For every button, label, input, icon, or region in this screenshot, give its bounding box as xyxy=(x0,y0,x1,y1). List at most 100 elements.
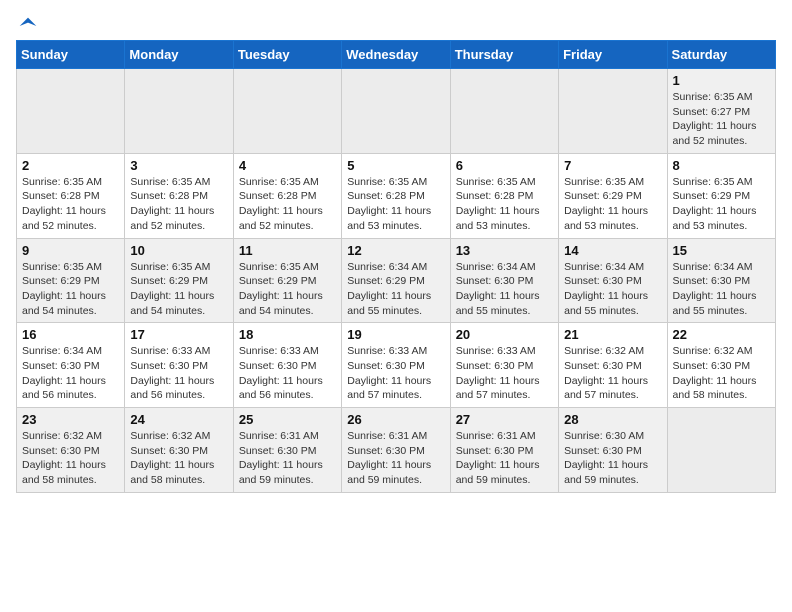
logo xyxy=(16,16,38,32)
day-number: 4 xyxy=(239,158,336,173)
day-number: 15 xyxy=(673,243,770,258)
day-number: 10 xyxy=(130,243,227,258)
calendar-cell: 19 Sunrise: 6:33 AM Sunset: 6:30 PM Dayli… xyxy=(342,323,450,408)
day-number: 24 xyxy=(130,412,227,427)
calendar: SundayMondayTuesdayWednesdayThursdayFrid… xyxy=(16,40,776,493)
page-header xyxy=(16,16,776,32)
day-info: Sunrise: 6:34 AM Sunset: 6:30 PM Dayligh… xyxy=(564,260,661,319)
week-row-1: 1 Sunrise: 6:35 AM Sunset: 6:27 PM Daylig… xyxy=(17,69,776,154)
weekday-header-tuesday: Tuesday xyxy=(233,41,341,69)
calendar-cell: 12 Sunrise: 6:34 AM Sunset: 6:29 PM Dayli… xyxy=(342,238,450,323)
calendar-cell: 1 Sunrise: 6:35 AM Sunset: 6:27 PM Daylig… xyxy=(667,69,775,154)
calendar-cell xyxy=(450,69,558,154)
calendar-cell: 2 Sunrise: 6:35 AM Sunset: 6:28 PM Daylig… xyxy=(17,153,125,238)
day-number: 7 xyxy=(564,158,661,173)
day-info: Sunrise: 6:35 AM Sunset: 6:28 PM Dayligh… xyxy=(22,175,119,234)
day-number: 9 xyxy=(22,243,119,258)
day-info: Sunrise: 6:35 AM Sunset: 6:28 PM Dayligh… xyxy=(130,175,227,234)
calendar-cell xyxy=(342,69,450,154)
day-info: Sunrise: 6:31 AM Sunset: 6:30 PM Dayligh… xyxy=(347,429,444,488)
calendar-cell: 28 Sunrise: 6:30 AM Sunset: 6:30 PM Dayli… xyxy=(559,408,667,493)
day-info: Sunrise: 6:35 AM Sunset: 6:28 PM Dayligh… xyxy=(456,175,553,234)
day-info: Sunrise: 6:34 AM Sunset: 6:30 PM Dayligh… xyxy=(456,260,553,319)
calendar-cell xyxy=(233,69,341,154)
week-row-4: 16 Sunrise: 6:34 AM Sunset: 6:30 PM Dayli… xyxy=(17,323,776,408)
calendar-cell: 4 Sunrise: 6:35 AM Sunset: 6:28 PM Daylig… xyxy=(233,153,341,238)
calendar-cell: 27 Sunrise: 6:31 AM Sunset: 6:30 PM Dayli… xyxy=(450,408,558,493)
weekday-header-saturday: Saturday xyxy=(667,41,775,69)
day-number: 8 xyxy=(673,158,770,173)
day-number: 14 xyxy=(564,243,661,258)
day-info: Sunrise: 6:32 AM Sunset: 6:30 PM Dayligh… xyxy=(564,344,661,403)
day-info: Sunrise: 6:33 AM Sunset: 6:30 PM Dayligh… xyxy=(347,344,444,403)
day-info: Sunrise: 6:31 AM Sunset: 6:30 PM Dayligh… xyxy=(239,429,336,488)
calendar-cell: 3 Sunrise: 6:35 AM Sunset: 6:28 PM Daylig… xyxy=(125,153,233,238)
day-number: 3 xyxy=(130,158,227,173)
day-info: Sunrise: 6:33 AM Sunset: 6:30 PM Dayligh… xyxy=(239,344,336,403)
day-info: Sunrise: 6:35 AM Sunset: 6:28 PM Dayligh… xyxy=(239,175,336,234)
calendar-cell: 14 Sunrise: 6:34 AM Sunset: 6:30 PM Dayli… xyxy=(559,238,667,323)
calendar-cell: 22Sunrise: 6:32 AM Sunset: 6:30 PM Dayli… xyxy=(667,323,775,408)
week-row-5: 23 Sunrise: 6:32 AM Sunset: 6:30 PM Dayli… xyxy=(17,408,776,493)
day-info: Sunrise: 6:35 AM Sunset: 6:29 PM Dayligh… xyxy=(239,260,336,319)
calendar-cell: 8 Sunrise: 6:35 AM Sunset: 6:29 PM Daylig… xyxy=(667,153,775,238)
day-info: Sunrise: 6:35 AM Sunset: 6:28 PM Dayligh… xyxy=(347,175,444,234)
day-number: 19 xyxy=(347,327,444,342)
day-number: 20 xyxy=(456,327,553,342)
day-number: 23 xyxy=(22,412,119,427)
calendar-cell: 17 Sunrise: 6:33 AM Sunset: 6:30 PM Dayli… xyxy=(125,323,233,408)
day-info: Sunrise: 6:35 AM Sunset: 6:29 PM Dayligh… xyxy=(673,175,770,234)
calendar-cell: 25 Sunrise: 6:31 AM Sunset: 6:30 PM Dayli… xyxy=(233,408,341,493)
calendar-cell: 13 Sunrise: 6:34 AM Sunset: 6:30 PM Dayli… xyxy=(450,238,558,323)
calendar-cell: 9 Sunrise: 6:35 AM Sunset: 6:29 PM Daylig… xyxy=(17,238,125,323)
day-number: 11 xyxy=(239,243,336,258)
day-info: Sunrise: 6:33 AM Sunset: 6:30 PM Dayligh… xyxy=(456,344,553,403)
day-number: 16 xyxy=(22,327,119,342)
calendar-cell: 20 Sunrise: 6:33 AM Sunset: 6:30 PM Dayli… xyxy=(450,323,558,408)
day-info: Sunrise: 6:34 AM Sunset: 6:29 PM Dayligh… xyxy=(347,260,444,319)
day-number: 22 xyxy=(673,327,770,342)
weekday-header-friday: Friday xyxy=(559,41,667,69)
calendar-cell: 10 Sunrise: 6:35 AM Sunset: 6:29 PM Dayli… xyxy=(125,238,233,323)
day-number: 5 xyxy=(347,158,444,173)
calendar-cell: 11 Sunrise: 6:35 AM Sunset: 6:29 PM Dayli… xyxy=(233,238,341,323)
day-info: Sunrise: 6:32 AM Sunset: 6:30 PM Dayligh… xyxy=(130,429,227,488)
day-info: Sunrise: 6:35 AM Sunset: 6:29 PM Dayligh… xyxy=(22,260,119,319)
day-number: 12 xyxy=(347,243,444,258)
calendar-cell: 16 Sunrise: 6:34 AM Sunset: 6:30 PM Dayli… xyxy=(17,323,125,408)
calendar-cell: 15 Sunrise: 6:34 AM Sunset: 6:30 PM Dayli… xyxy=(667,238,775,323)
weekday-header-wednesday: Wednesday xyxy=(342,41,450,69)
day-info: Sunrise: 6:35 AM Sunset: 6:27 PM Dayligh… xyxy=(673,90,770,149)
calendar-cell: 6Sunrise: 6:35 AM Sunset: 6:28 PM Daylig… xyxy=(450,153,558,238)
day-info: Sunrise: 6:30 AM Sunset: 6:30 PM Dayligh… xyxy=(564,429,661,488)
day-info: Sunrise: 6:34 AM Sunset: 6:30 PM Dayligh… xyxy=(22,344,119,403)
weekday-header-thursday: Thursday xyxy=(450,41,558,69)
weekday-header-monday: Monday xyxy=(125,41,233,69)
weekday-header-sunday: Sunday xyxy=(17,41,125,69)
day-info: Sunrise: 6:32 AM Sunset: 6:30 PM Dayligh… xyxy=(22,429,119,488)
calendar-cell: 18Sunrise: 6:33 AM Sunset: 6:30 PM Dayli… xyxy=(233,323,341,408)
calendar-cell: 26 Sunrise: 6:31 AM Sunset: 6:30 PM Dayli… xyxy=(342,408,450,493)
day-info: Sunrise: 6:31 AM Sunset: 6:30 PM Dayligh… xyxy=(456,429,553,488)
day-number: 17 xyxy=(130,327,227,342)
day-number: 26 xyxy=(347,412,444,427)
calendar-cell xyxy=(559,69,667,154)
day-info: Sunrise: 6:33 AM Sunset: 6:30 PM Dayligh… xyxy=(130,344,227,403)
day-info: Sunrise: 6:34 AM Sunset: 6:30 PM Dayligh… xyxy=(673,260,770,319)
week-row-2: 2 Sunrise: 6:35 AM Sunset: 6:28 PM Daylig… xyxy=(17,153,776,238)
calendar-cell: 7 Sunrise: 6:35 AM Sunset: 6:29 PM Daylig… xyxy=(559,153,667,238)
day-number: 2 xyxy=(22,158,119,173)
day-number: 1 xyxy=(673,73,770,88)
day-number: 28 xyxy=(564,412,661,427)
day-number: 13 xyxy=(456,243,553,258)
week-row-3: 9 Sunrise: 6:35 AM Sunset: 6:29 PM Daylig… xyxy=(17,238,776,323)
calendar-cell: 23 Sunrise: 6:32 AM Sunset: 6:30 PM Dayli… xyxy=(17,408,125,493)
day-info: Sunrise: 6:35 AM Sunset: 6:29 PM Dayligh… xyxy=(564,175,661,234)
logo-icon xyxy=(18,16,38,36)
day-number: 25 xyxy=(239,412,336,427)
calendar-cell: 24 Sunrise: 6:32 AM Sunset: 6:30 PM Dayli… xyxy=(125,408,233,493)
calendar-cell xyxy=(667,408,775,493)
day-number: 27 xyxy=(456,412,553,427)
calendar-cell xyxy=(125,69,233,154)
day-info: Sunrise: 6:35 AM Sunset: 6:29 PM Dayligh… xyxy=(130,260,227,319)
